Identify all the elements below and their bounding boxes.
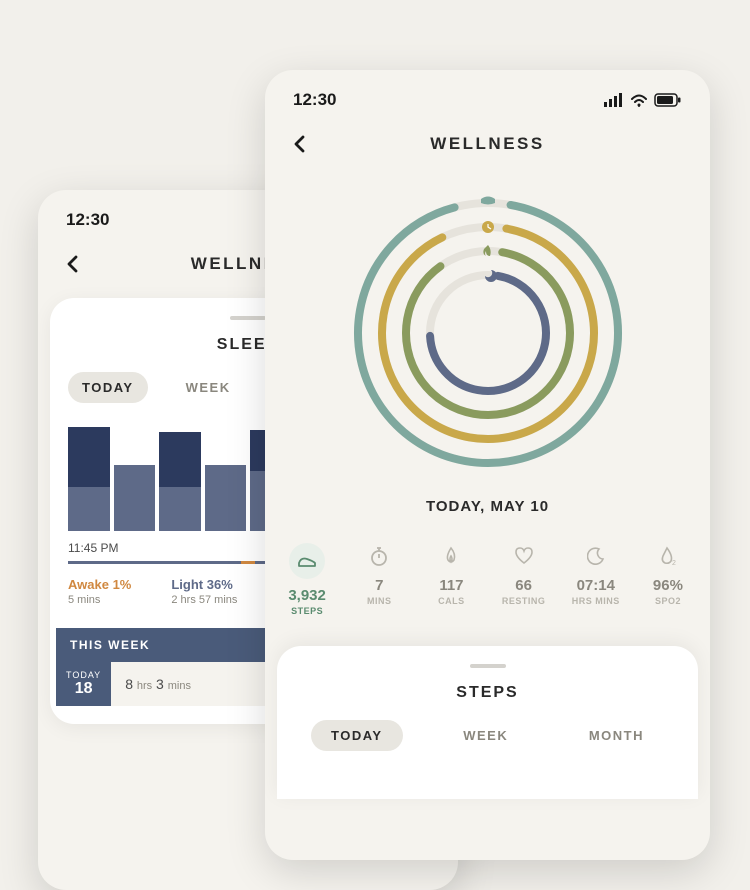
back-button[interactable] (285, 130, 313, 158)
metric-resting[interactable]: 66 RESTING (488, 543, 560, 616)
flame-icon (415, 543, 487, 569)
stopwatch-icon (343, 543, 415, 569)
steps-card: STEPS TODAY WEEK MONTH (277, 646, 698, 799)
metric-spo2[interactable]: 2 96% SPO2 (632, 543, 704, 616)
tab-week[interactable]: WEEK (172, 372, 245, 403)
status-time: 12:30 (66, 210, 109, 230)
back-button[interactable] (58, 250, 86, 278)
moon-icon (560, 543, 632, 569)
drag-handle[interactable] (470, 664, 506, 668)
header-title: WELLNESS (430, 134, 544, 154)
ring-flame-icon (483, 245, 490, 256)
status-bar: 12:30 (265, 70, 710, 118)
cellular-icon (604, 93, 624, 107)
status-icons (604, 93, 682, 107)
ring-clock-icon (482, 221, 494, 233)
metric-mins[interactable]: 7 MINS (343, 543, 415, 616)
chevron-left-icon (65, 255, 79, 273)
day-box: TODAY 18 (56, 662, 111, 706)
steps-card-title: STEPS (301, 684, 674, 702)
chevron-left-icon (292, 135, 306, 153)
svg-text:2: 2 (672, 560, 676, 566)
wellness-overview-screen: 12:30 WELLNESS (265, 70, 710, 860)
shoe-icon (289, 543, 325, 579)
today-date: TODAY, MAY 10 (265, 498, 710, 515)
tab-today[interactable]: TODAY (311, 720, 403, 751)
wifi-icon (630, 93, 648, 107)
tab-today[interactable]: TODAY (68, 372, 148, 403)
metric-steps[interactable]: 3,932 STEPS (271, 543, 343, 616)
tab-week[interactable]: WEEK (443, 720, 528, 751)
status-time: 12:30 (293, 90, 336, 110)
drop-icon: 2 (632, 543, 704, 569)
ring-shoe-icon (481, 197, 495, 205)
battery-icon (654, 93, 682, 107)
tab-month[interactable]: MONTH (569, 720, 664, 751)
activity-rings (265, 178, 710, 498)
heart-icon (488, 543, 560, 569)
metrics-row: 3,932 STEPS 7 MINS 117 CALS 66 RESTING (265, 543, 710, 636)
drag-handle[interactable] (230, 316, 266, 320)
week-duration: 8 hrs 3 mins (111, 676, 191, 692)
legend-awake: Awake 1% 5 mins (68, 577, 131, 606)
metric-cals[interactable]: 117 CALS (415, 543, 487, 616)
legend-light: Light 36% 2 hrs 57 mins (171, 577, 237, 606)
screen-header: WELLNESS (265, 118, 710, 178)
range-tabs: TODAY WEEK MONTH (301, 720, 674, 751)
metric-sleep[interactable]: 07:14 HRS MINS (560, 543, 632, 616)
